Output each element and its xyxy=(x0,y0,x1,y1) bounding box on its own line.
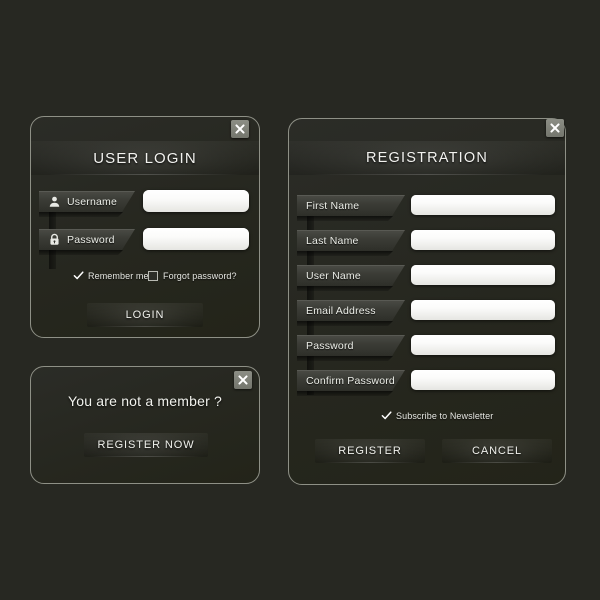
registration-panel-body: REGISTRATION First Name Last Name User N… xyxy=(289,119,565,484)
username-label-tag: Username xyxy=(39,191,135,212)
registration-password-tag-fold xyxy=(297,356,393,361)
checkmark-icon xyxy=(381,411,392,420)
user-icon xyxy=(48,195,61,208)
not-a-member-panel-body: You are not a member ? REGISTER NOW xyxy=(31,367,259,483)
user-login-panel-body: USER LOGIN Username Password Remember me… xyxy=(31,117,259,337)
password-label-tag: Password xyxy=(39,229,135,250)
not-a-member-question: You are not a member ? xyxy=(67,393,223,409)
last-name-input[interactable] xyxy=(411,230,555,250)
first-name-label-tag: First Name xyxy=(297,195,405,216)
user-name-tag-fold xyxy=(297,286,393,291)
lock-icon xyxy=(48,233,61,246)
cancel-button[interactable]: CANCEL xyxy=(442,439,552,463)
email-address-input[interactable] xyxy=(411,300,555,320)
checkmark-icon xyxy=(73,271,84,280)
last-name-label-tag: Last Name xyxy=(297,230,405,251)
user-name-label-tag: User Name xyxy=(297,265,405,286)
last-name-tag-fold xyxy=(297,251,393,256)
email-address-label: Email Address xyxy=(306,304,376,317)
confirm-password-input[interactable] xyxy=(411,370,555,390)
register-now-button-label: REGISTER NOW xyxy=(97,439,195,451)
forgot-password-checkbox[interactable]: Forgot password? xyxy=(148,271,237,281)
cancel-button-label: CANCEL xyxy=(471,445,523,457)
password-input[interactable] xyxy=(143,228,249,250)
ribbon-spine xyxy=(307,195,314,395)
empty-checkbox-icon xyxy=(148,271,158,281)
ui-mockup-canvas: USER LOGIN Username Password Remember me… xyxy=(0,0,600,600)
close-icon[interactable] xyxy=(231,120,249,138)
user-login-title-band: USER LOGIN xyxy=(31,141,259,175)
close-icon[interactable] xyxy=(546,119,564,137)
confirm-password-label-tag: Confirm Password xyxy=(297,370,405,391)
user-login-panel: USER LOGIN Username Password Remember me… xyxy=(30,116,260,338)
registration-password-label: Password xyxy=(306,339,354,352)
not-a-member-panel: You are not a member ? REGISTER NOW xyxy=(30,366,260,484)
registration-password-label-tag: Password xyxy=(297,335,405,356)
username-input[interactable] xyxy=(143,190,249,212)
login-button[interactable]: LOGIN xyxy=(87,303,203,327)
email-address-tag-fold xyxy=(297,321,393,326)
close-icon[interactable] xyxy=(234,371,252,389)
email-address-label-tag: Email Address xyxy=(297,300,405,321)
remember-me-checkbox[interactable]: Remember me xyxy=(73,270,149,281)
register-now-button[interactable]: REGISTER NOW xyxy=(84,433,208,457)
subscribe-newsletter-checkbox[interactable]: Subscribe to Newsletter xyxy=(381,410,493,421)
last-name-label: Last Name xyxy=(306,234,359,247)
registration-panel: REGISTRATION First Name Last Name User N… xyxy=(288,118,566,485)
page-title: REGISTRATION xyxy=(365,150,489,166)
password-tag-fold xyxy=(39,250,123,255)
first-name-label: First Name xyxy=(306,199,360,212)
registration-password-input[interactable] xyxy=(411,335,555,355)
login-button-label: LOGIN xyxy=(125,309,165,321)
subscribe-newsletter-label: Subscribe to Newsletter xyxy=(396,410,494,421)
first-name-input[interactable] xyxy=(411,195,555,215)
register-button[interactable]: REGISTER xyxy=(315,439,425,463)
remember-me-label: Remember me xyxy=(88,270,149,281)
user-name-input[interactable] xyxy=(411,265,555,285)
page-title: USER LOGIN xyxy=(93,149,197,167)
username-label: Username xyxy=(67,195,118,208)
password-label: Password xyxy=(67,233,115,246)
confirm-password-label: Confirm Password xyxy=(306,374,395,387)
first-name-tag-fold xyxy=(297,216,393,221)
register-button-label: REGISTER xyxy=(338,445,402,457)
registration-title-band: REGISTRATION xyxy=(289,141,565,175)
forgot-password-label: Forgot password? xyxy=(163,271,237,281)
confirm-password-tag-fold xyxy=(297,391,393,396)
username-tag-fold xyxy=(39,212,123,217)
user-name-label: User Name xyxy=(306,269,361,282)
